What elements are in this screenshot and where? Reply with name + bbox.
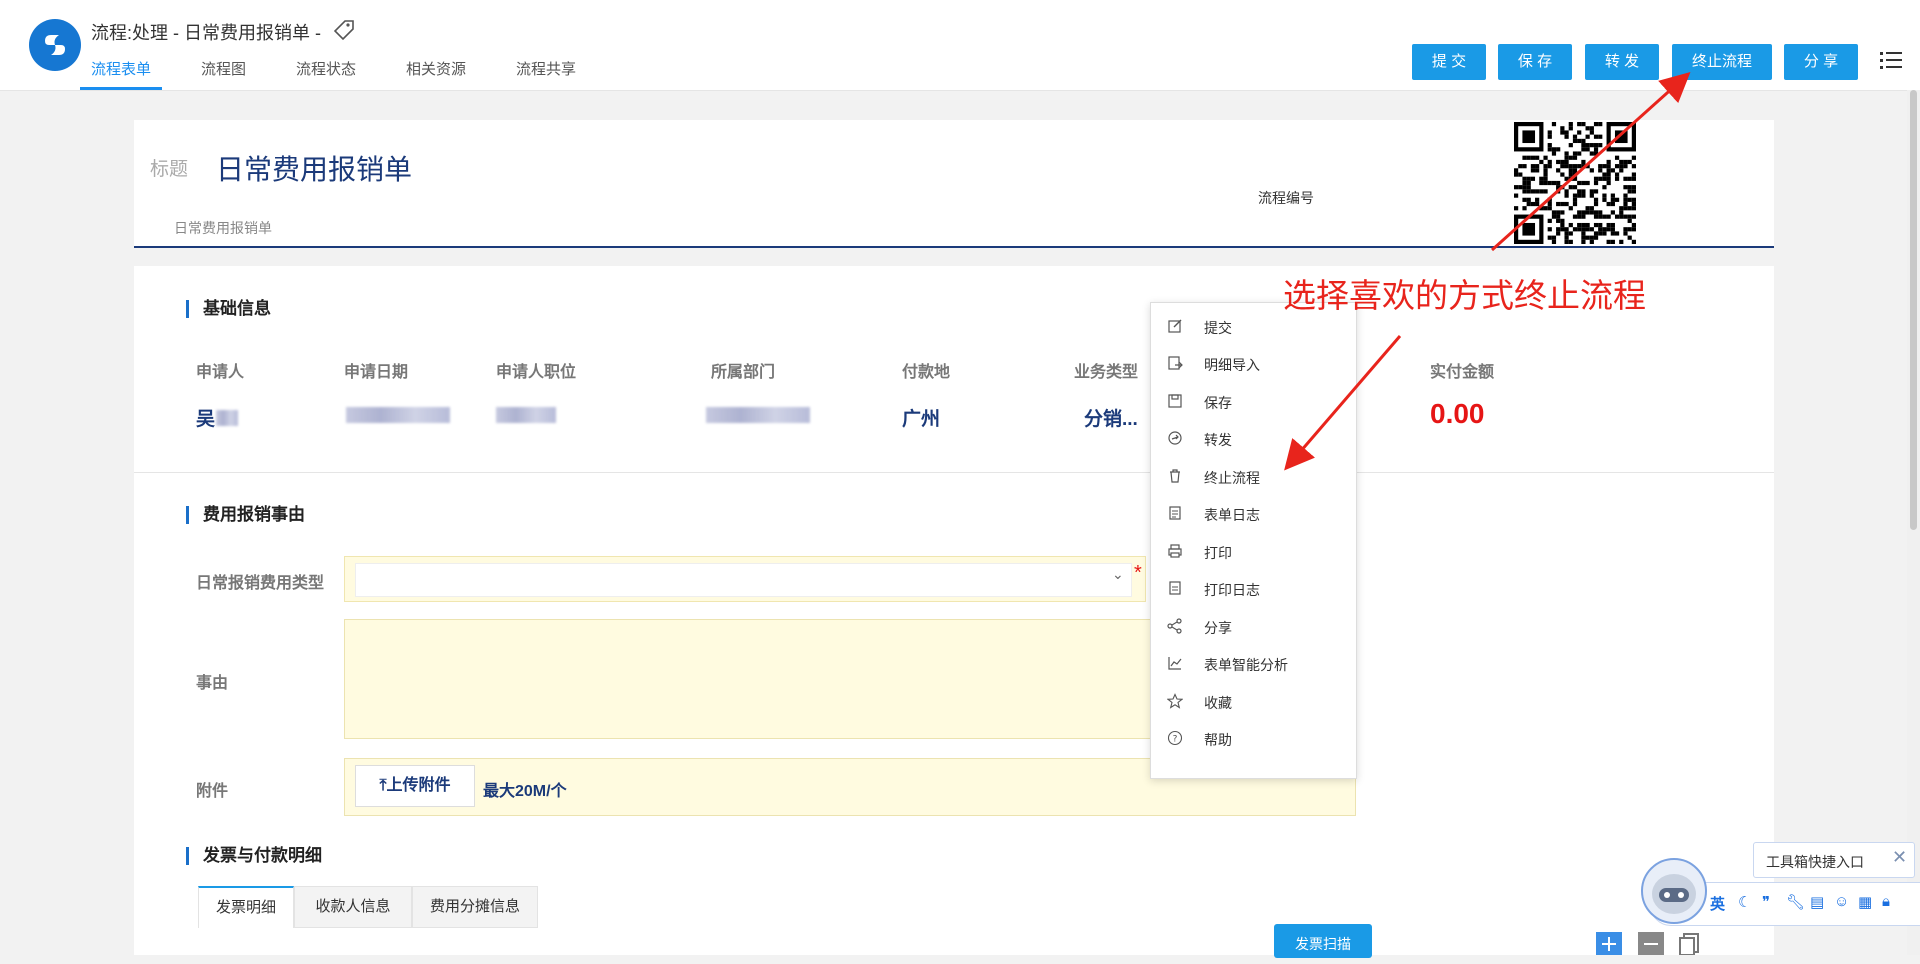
robot-avatar-icon[interactable] [1641,858,1707,924]
toolbox-tooltip: 工具箱快捷入口 ✕ [1753,842,1915,878]
add-row-icon[interactable] [1596,932,1622,955]
wrench-icon[interactable]: 🔧︎ [1786,893,1805,911]
emoji-icon[interactable]: ☺ [1834,893,1849,910]
arrow-to-terminate-button [1490,71,1691,252]
remove-row-icon[interactable] [1638,932,1664,955]
clipboard-icon[interactable]: ▤ [1810,893,1824,911]
scrollbar-thumb[interactable] [1910,90,1917,530]
arrow-to-terminate-menu-item [1284,335,1402,471]
moon-icon[interactable]: ☾ [1738,893,1751,911]
page-scrollbar[interactable] [1907,90,1920,955]
lock-icon[interactable]: 🔒︎ [1882,893,1890,910]
close-icon[interactable]: ✕ [1892,847,1907,868]
lang-toggle-icon[interactable]: 英 [1710,893,1725,914]
copy-row-icon[interactable] [1678,932,1702,955]
quote-icon[interactable]: ❞ [1762,893,1770,911]
annotation-arrows [1284,71,1691,471]
grid-icon[interactable]: ▦ [1858,893,1872,911]
toolbox-tooltip-text: 工具箱快捷入口 [1766,854,1864,870]
